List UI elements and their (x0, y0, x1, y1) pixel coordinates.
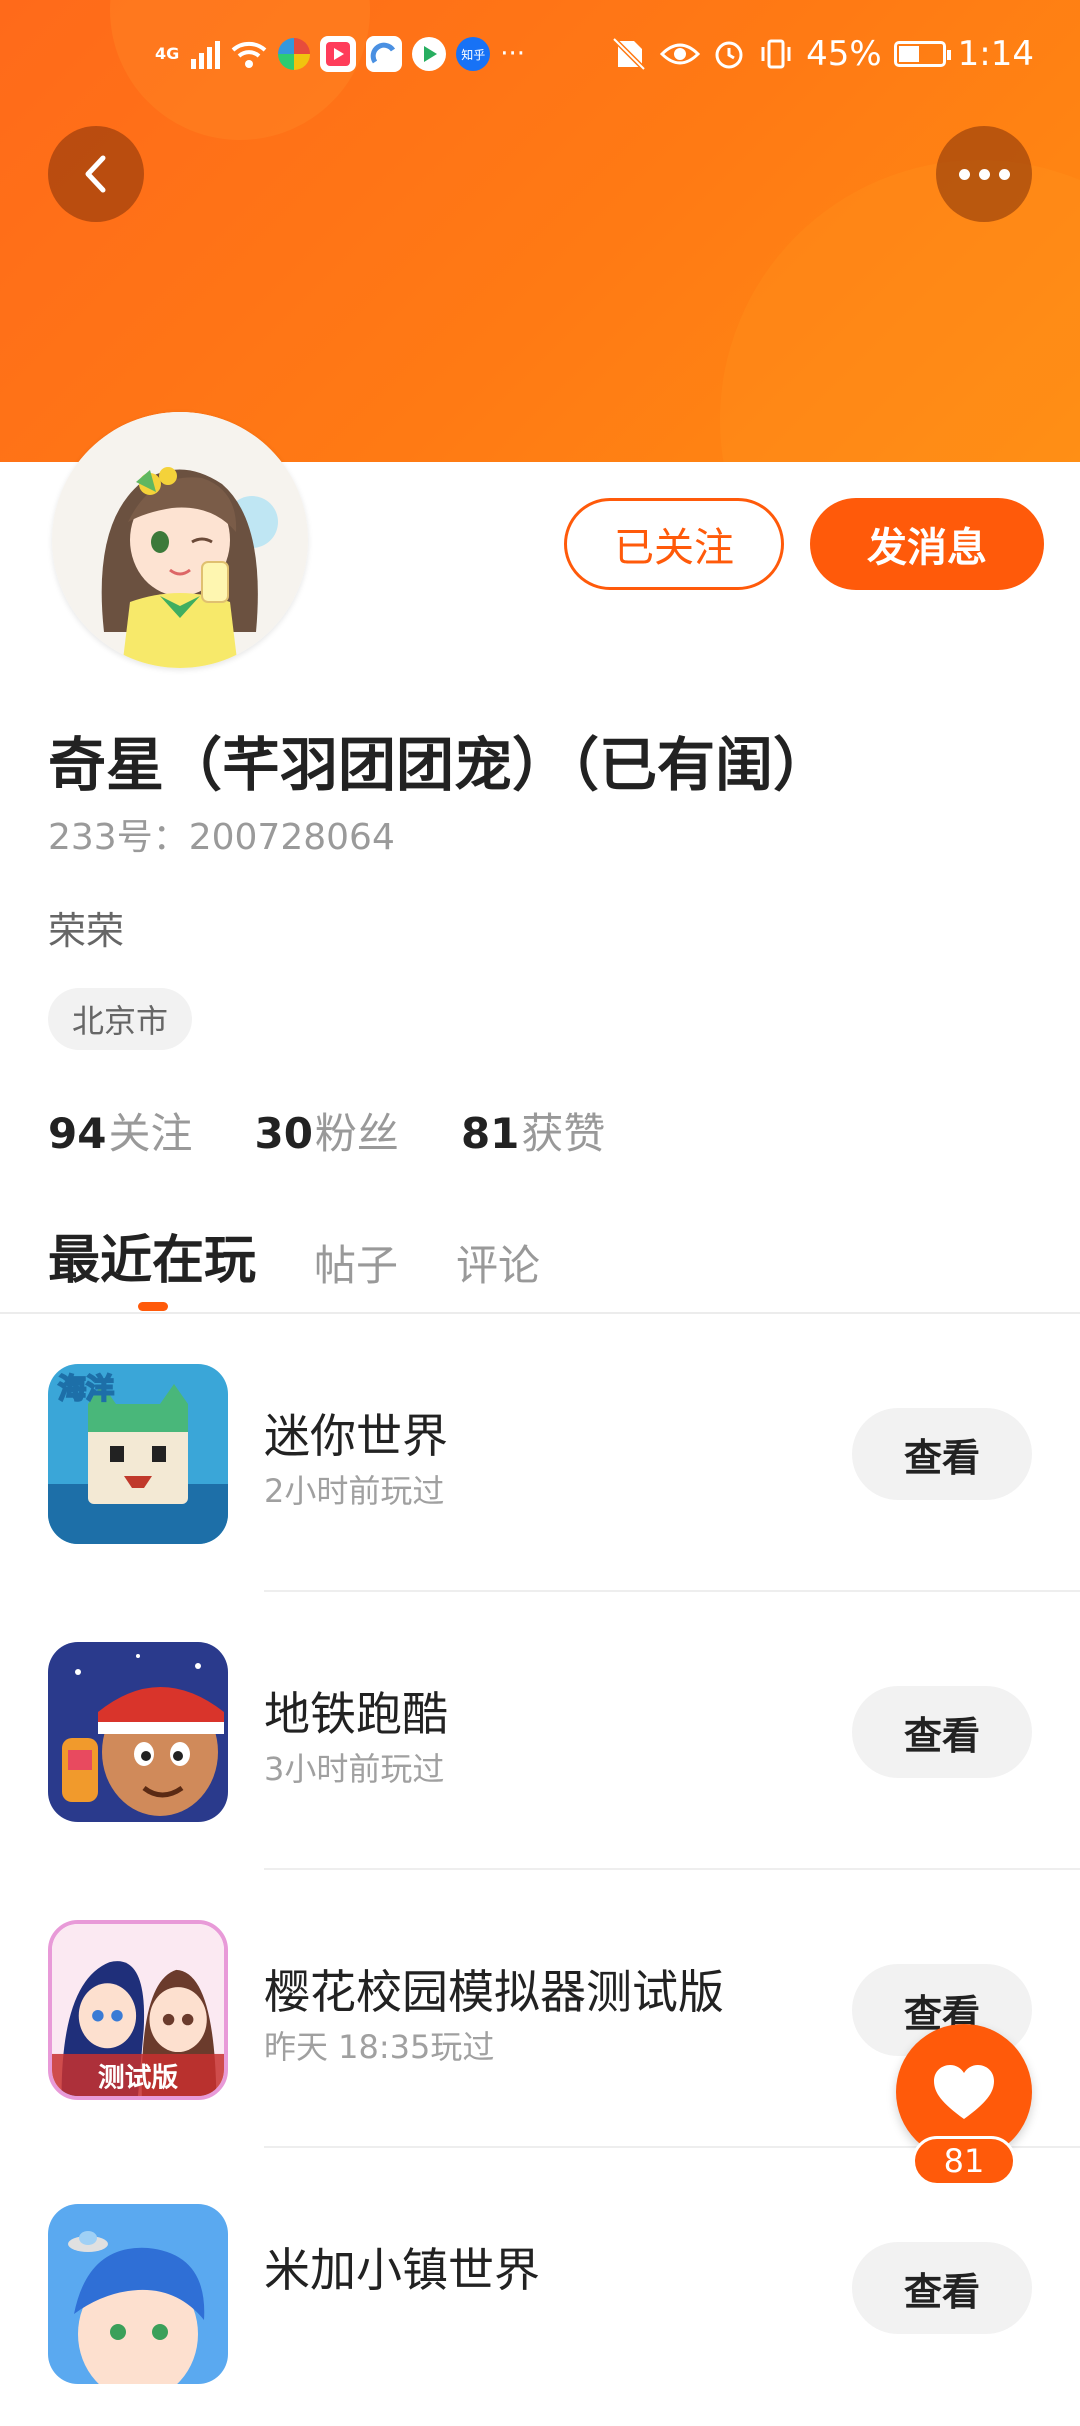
game-last-played: 2小时前玩过 (264, 1472, 445, 1510)
profile-header-banner: 4G 知乎 ··· 45% 1:14 (0, 0, 1080, 462)
profile-stats: 94关注 30粉丝 81获赞 (48, 1100, 605, 1161)
stat-count: 30 (254, 1109, 313, 1158)
no-sim-icon (612, 37, 646, 71)
stat-count: 94 (48, 1109, 107, 1158)
stat-following[interactable]: 94关注 (48, 1100, 192, 1161)
stat-label: 关注 (108, 1109, 193, 1158)
zhihu-icon: 知乎 (456, 37, 491, 71)
avatar-image (52, 412, 308, 668)
game-title: 米加小镇世界 (264, 2243, 540, 2297)
subway-surfers-game-icon (48, 1642, 228, 1822)
eye-icon (660, 43, 701, 65)
chevron-left-icon (85, 155, 106, 193)
list-item[interactable]: 地铁跑酷 3小时前玩过 查看 (0, 1592, 1080, 1870)
banner-decoration (720, 160, 1080, 462)
game-title: 地铁跑酷 (264, 1687, 448, 1741)
stat-label: 粉丝 (314, 1109, 399, 1158)
more-dots-icon (958, 168, 1010, 180)
app-notification-icon (366, 36, 403, 72)
heart-icon (934, 2065, 994, 2119)
mini-world-game-icon: 海洋 (48, 1364, 228, 1544)
view-game-button[interactable]: 查看 (852, 1408, 1032, 1500)
like-count-badge: 81 (912, 2136, 1016, 2186)
tab-recently-played[interactable]: 最近在玩 (48, 1218, 256, 1293)
view-game-button[interactable]: 查看 (852, 2242, 1032, 2334)
signal-icon (191, 39, 221, 69)
stat-followers[interactable]: 30粉丝 (254, 1100, 398, 1161)
user-id: 233号：200728064 (48, 817, 395, 858)
game-icon-label: 海洋 (58, 1372, 114, 1405)
list-item[interactable]: 米加小镇世界 查看 (0, 2148, 1080, 2426)
send-message-button[interactable]: 发消息 (810, 498, 1044, 590)
game-last-played: 昨天 18:35玩过 (264, 2028, 495, 2066)
tab-comments[interactable]: 评论 (456, 1232, 540, 1293)
battery-icon (893, 41, 951, 67)
stat-likes[interactable]: 81获赞 (461, 1100, 605, 1161)
profile-tabs: 最近在玩 帖子 评论 (48, 1218, 540, 1293)
location-tag: 北京市 (48, 988, 193, 1050)
game-title: 迷你世界 (264, 1409, 448, 1463)
more-notifications-indicator: ··· (500, 39, 526, 69)
active-tab-indicator (138, 1302, 168, 1311)
game-title: 樱花校园模拟器测试版 (264, 1965, 724, 2019)
profile-bio: 荣荣 (48, 909, 125, 953)
video-app-icon (412, 37, 447, 71)
list-item[interactable]: 海洋 迷你世界 2小时前玩过 查看 (0, 1314, 1080, 1592)
battery-percent: 45% (806, 34, 882, 74)
game-last-played: 3小时前玩过 (264, 1750, 445, 1788)
avatar[interactable] (52, 412, 308, 668)
app-notification-icon (278, 38, 311, 70)
youku-icon (320, 36, 357, 72)
game-icon-label: 测试版 (98, 2062, 179, 2093)
alarm-icon (715, 41, 743, 69)
sakura-school-game-icon: 测试版 (48, 1920, 228, 2100)
back-button[interactable] (48, 126, 144, 222)
more-options-button[interactable] (936, 126, 1032, 222)
miga-town-game-icon (48, 2204, 228, 2384)
network-type: 4G (155, 44, 180, 63)
followed-button[interactable]: 已关注 (564, 498, 784, 590)
status-bar-right: 45% 1:14 (610, 34, 1034, 74)
wifi-icon (231, 41, 267, 68)
profile-name: 奇星（芊羽团团宠）（已有闺） (48, 731, 832, 799)
tab-posts[interactable]: 帖子 (314, 1232, 398, 1293)
status-bar: 4G 知乎 ··· 45% 1:14 (0, 30, 1080, 90)
stat-count: 81 (460, 1109, 520, 1158)
vibrate-icon (761, 39, 791, 69)
status-bar-left: 4G 知乎 ··· (155, 36, 525, 72)
clock: 1:14 (957, 34, 1034, 74)
stat-label: 获赞 (521, 1109, 606, 1158)
view-game-button[interactable]: 查看 (852, 1686, 1032, 1778)
